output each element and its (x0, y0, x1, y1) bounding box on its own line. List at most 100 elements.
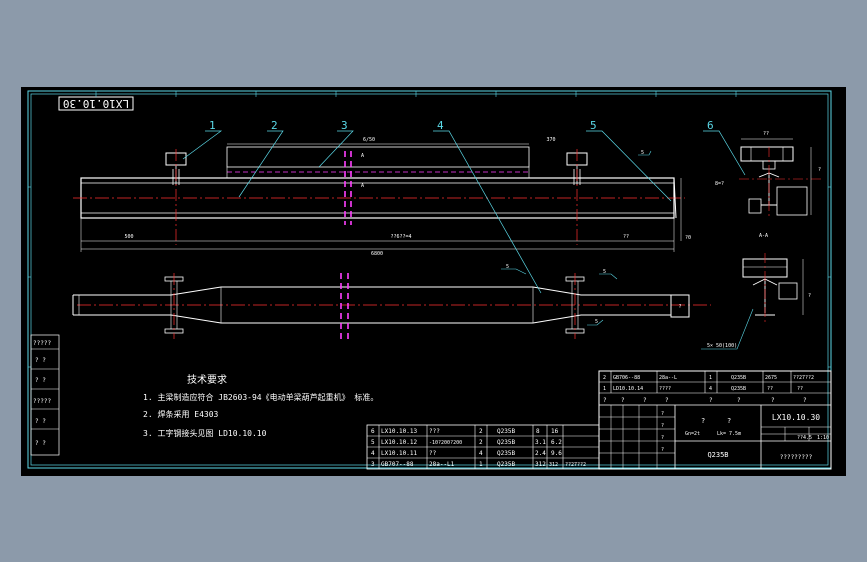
top-channel (226, 146, 530, 168)
left-label-column: ????? ? ? ? ? ????? ? ? ? ? (30, 334, 60, 456)
dim-bottom-left: 500 (124, 234, 133, 240)
title-hdr: ? (603, 397, 607, 404)
title-row-cell: LD10.10.14 (613, 386, 643, 392)
drawing-number-rotated: LX10.10.30 (63, 97, 129, 110)
bom-cell: LX10.10.11 (381, 450, 418, 457)
weld-label-4: 5 (595, 319, 598, 325)
title-hdr: ? (709, 397, 713, 404)
svg-text:A: A (361, 183, 364, 189)
section-width-dim: ?? (763, 131, 769, 137)
plan-view: ? 5 5 5 (72, 264, 711, 339)
title-hdr: ? (771, 397, 775, 404)
svg-text:A: A (361, 153, 364, 159)
left-label-2: ? ? (35, 357, 46, 364)
title-block: 2 GB706--88 28a--L 1 Q235B 2675 ??27??2 … (598, 370, 832, 470)
balloon-2: 2 (271, 119, 278, 132)
bom-cell: -10?200?200 (429, 440, 462, 446)
title-row-cell: 28a--L (659, 375, 677, 381)
balloon-4: 4 (437, 119, 444, 132)
title-scale: 1:10 (817, 435, 829, 441)
plan-end-label: ? (678, 304, 681, 310)
title-small: ? (661, 447, 664, 453)
bom-cell: 16 (551, 428, 559, 435)
title-row-cell: Q235B (731, 375, 746, 381)
bom-cell: Q235B (497, 461, 515, 468)
title-hdr: ? (643, 397, 647, 404)
left-label-5: ? ? (35, 418, 46, 425)
title-small: ? (661, 423, 664, 429)
title-spec: Gn=2t (685, 431, 700, 437)
balloon-1: 1 (209, 119, 216, 132)
bom-cell: Q235B (497, 450, 515, 457)
title-row-cell: Q235B (731, 386, 746, 392)
title-row-cell: 2 (603, 375, 606, 381)
title-hdr: ? (621, 397, 625, 404)
elevation-view: A A 6/50 370 500 ??6??=4 ?? 6800 ?0 5 (73, 137, 691, 257)
title-drawing-number: LX10.10.30 (772, 413, 820, 422)
weld-label-2: 5 (506, 264, 509, 270)
section-b-dim: ? (808, 293, 811, 299)
bom-cell: 28a--L1 (429, 461, 455, 468)
bom-cell: ?? (429, 450, 437, 457)
title-row-cell: ???? (659, 386, 671, 392)
title-weight: ??4.5 (797, 435, 812, 441)
bom-cell: 4 (479, 450, 483, 457)
tech-title: 技术要求 (187, 373, 227, 386)
bom-cell: Q235B (497, 428, 515, 435)
left-gap-dim: 8=? (715, 181, 724, 187)
bom-cell: 2 (479, 439, 483, 446)
title-row-cell: 1 (709, 375, 712, 381)
bom-cell: 3.1 (535, 439, 546, 446)
bom-cell: LX10.10.13 (381, 428, 418, 435)
title-hdr: ? (665, 397, 669, 404)
cad-drawing: LX10.10.30 ????? ? ? ? ? ????? ? ? ? ? A… (27, 90, 832, 470)
balloon-5: 5 (590, 119, 597, 132)
title-material: Q235B (707, 451, 728, 459)
bom-cell: 1 (479, 461, 483, 468)
title-company: ????????? (780, 454, 813, 461)
title-small: ? (661, 411, 664, 417)
title-row-cell: 1 (603, 386, 606, 392)
left-label-1: ????? (33, 340, 51, 347)
dim-top-a: 6/50 (363, 137, 375, 143)
title-design-b: ? (727, 417, 731, 425)
weld-label-3: 5 (603, 269, 606, 275)
tech-note-2: 2. 焊条采用 E4303 (143, 409, 219, 419)
left-label-4: ????? (33, 398, 51, 405)
bom-cell: Q235B (497, 439, 515, 446)
bom-cell: 4 (371, 450, 375, 457)
bom-cell: 2 (479, 428, 483, 435)
section-detail-top: ?? ? 8=? A-A (715, 131, 821, 239)
bom-table: 6 LX10.10.13 ??? 2 Q235B 8 16 5 LX10.10.… (366, 424, 600, 470)
dim-bottom-mid: ??6??=4 (390, 234, 411, 240)
title-hdr: ? (737, 397, 741, 404)
zone-ticks (28, 91, 831, 368)
balloon-3: 3 (341, 119, 348, 132)
dim-top-b: 370 (546, 137, 555, 143)
dim-overall: 6800 (371, 251, 383, 257)
bom-cell: 8 (536, 428, 540, 435)
tech-note-1: 1. 主梁制造应符合 JB2603-94《电动单梁葫芦起重机》 标准。 (143, 392, 378, 402)
title-row-cell: 2675 (765, 375, 777, 381)
bom-extra: ??27??2 (565, 462, 586, 468)
title-row-cell: ??27??2 (793, 375, 814, 381)
bom-cell: 312 (549, 462, 558, 468)
bom-cell: 5 (371, 439, 375, 446)
balloon-leaders (182, 130, 746, 294)
left-label-6: ? ? (35, 440, 46, 447)
callout-50: 5× 50(100) (707, 343, 737, 349)
bom-cell: 2.4 (535, 450, 546, 457)
title-row-cell: ?? (767, 386, 773, 392)
balloon-6: 6 (707, 119, 714, 132)
title-row-cell: 4 (709, 386, 712, 392)
title-hdr: ? (803, 397, 807, 404)
weld-label-1: 5 (641, 150, 644, 156)
bom-cell: 3 (371, 461, 375, 468)
bom-cell: 6.2 (551, 439, 562, 446)
bom-cell: 312 (535, 461, 546, 468)
section-mark: A-A (759, 233, 768, 239)
title-row-cell: ?? (797, 386, 803, 392)
tech-note-3: 3. 工字钢接头见图 LD10.10.10 (143, 428, 267, 438)
left-label-3: ? ? (35, 377, 46, 384)
bom-cell: LX10.10.12 (381, 439, 418, 446)
